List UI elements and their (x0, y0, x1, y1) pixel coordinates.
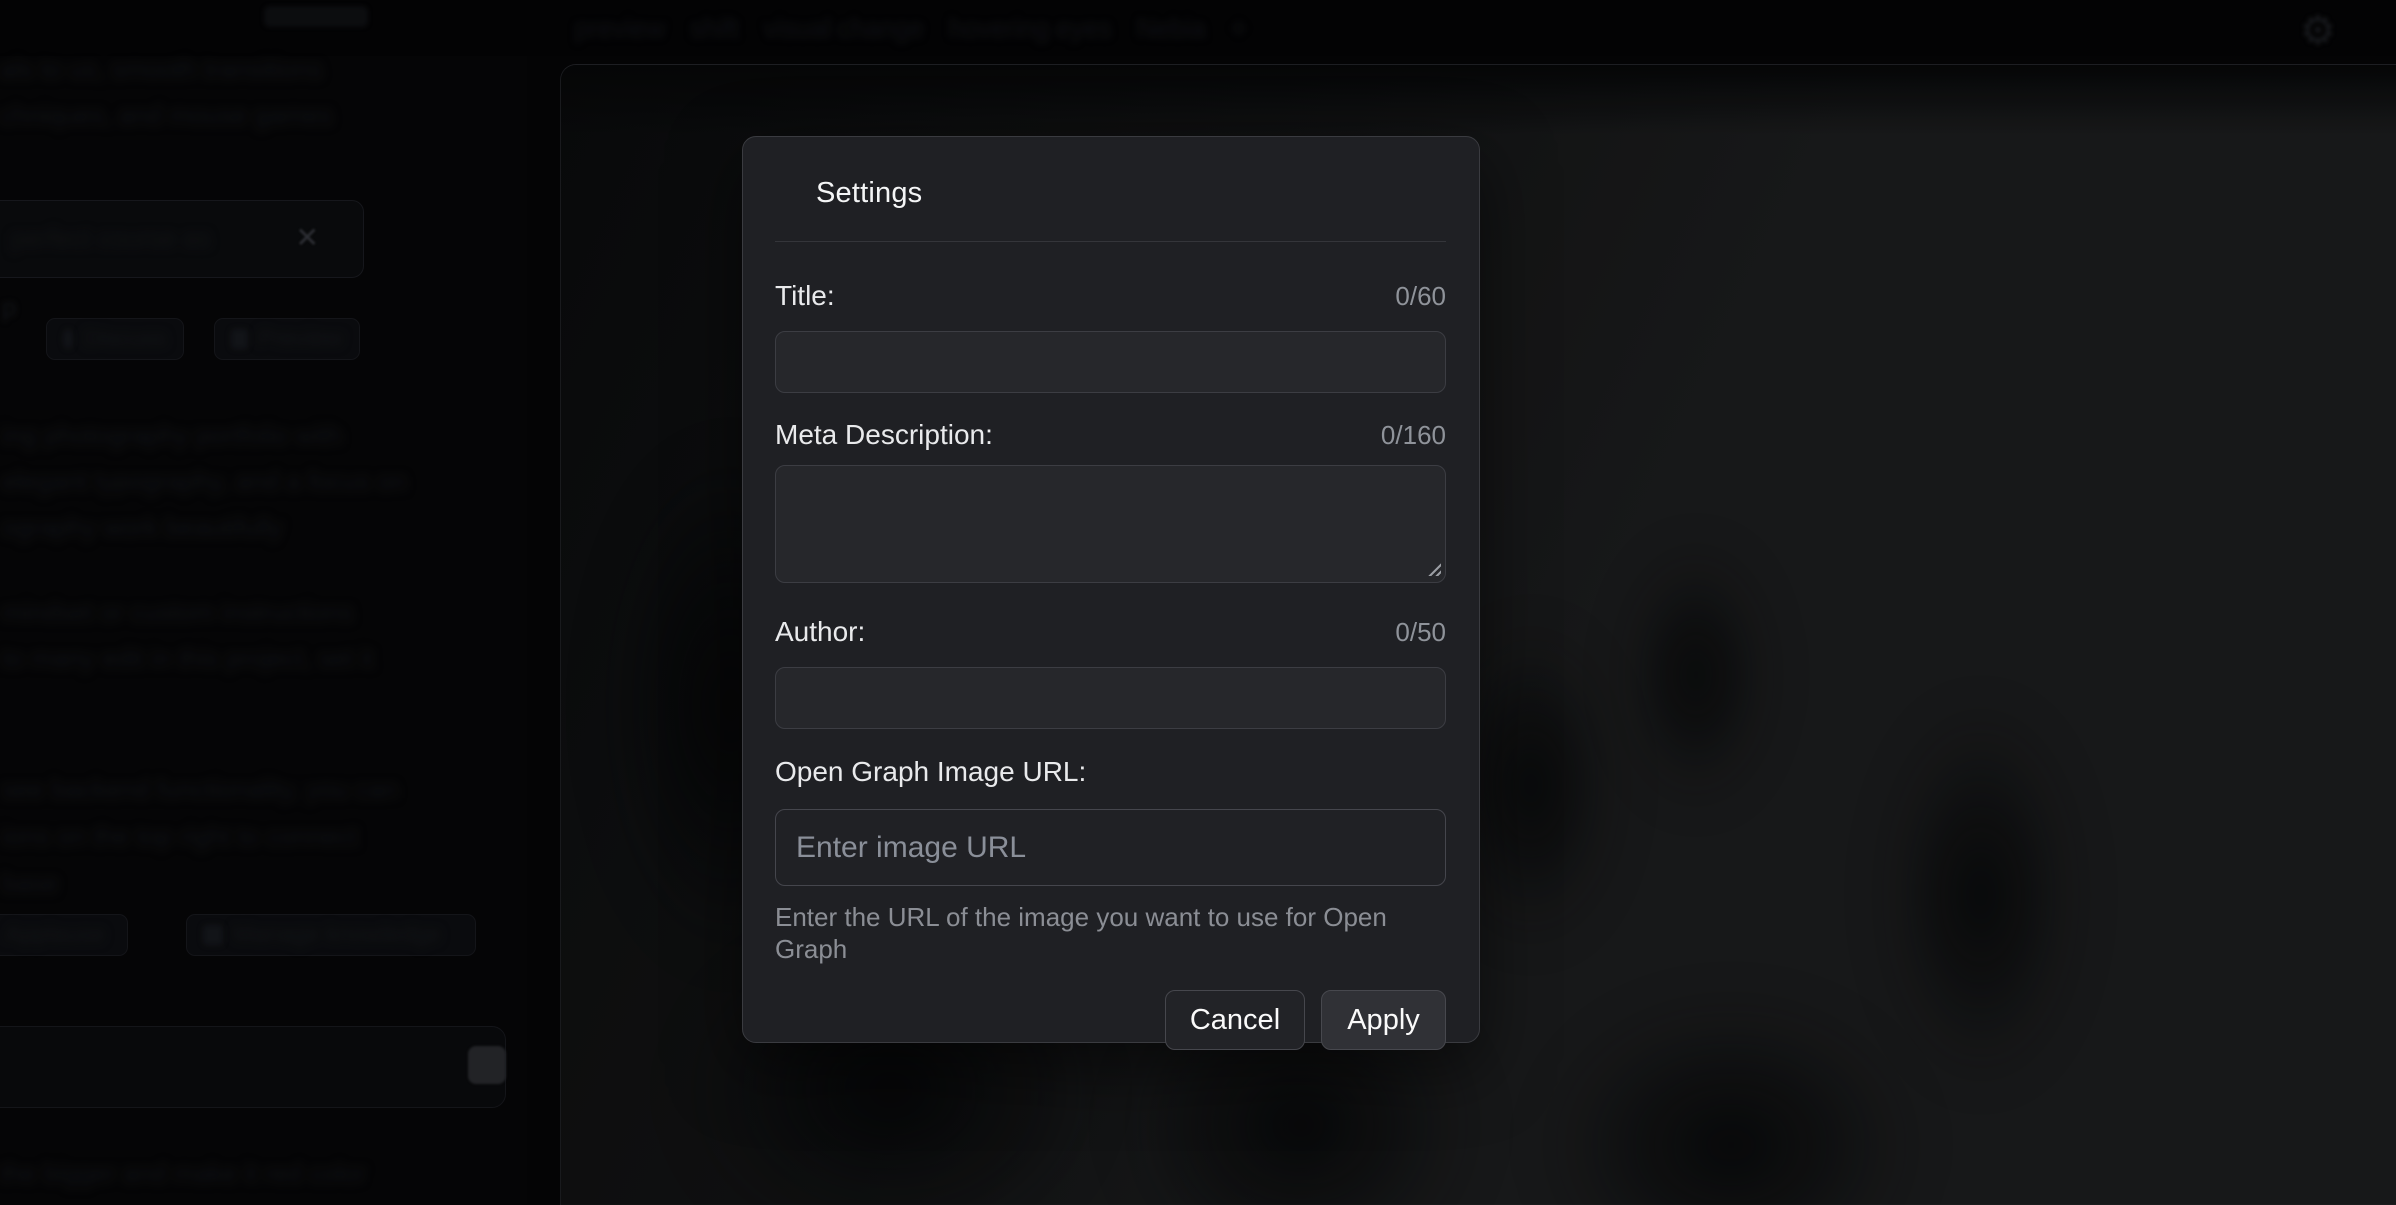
title-label: Title: (775, 279, 835, 313)
title-counter: 0/60 (1395, 279, 1446, 313)
apply-button[interactable]: Apply (1321, 990, 1446, 1050)
og-image-url-helper: Enter the URL of the image you want to u… (775, 901, 1446, 965)
meta-description-counter: 0/160 (1381, 418, 1446, 452)
title-input[interactable] (775, 331, 1446, 393)
og-image-url-input[interactable] (775, 809, 1446, 886)
divider (775, 241, 1446, 242)
settings-modal: Settings Title: 0/60 Meta Description: 0… (742, 136, 1480, 1043)
modal-title: Settings (816, 175, 1446, 211)
cancel-button[interactable]: Cancel (1165, 990, 1305, 1050)
author-label: Author: (775, 615, 865, 649)
og-image-url-label: Open Graph Image URL: (775, 755, 1086, 789)
meta-description-label: Meta Description: (775, 418, 993, 452)
author-counter: 0/50 (1395, 615, 1446, 649)
meta-description-textarea[interactable] (775, 465, 1446, 583)
author-input[interactable] (775, 667, 1446, 729)
